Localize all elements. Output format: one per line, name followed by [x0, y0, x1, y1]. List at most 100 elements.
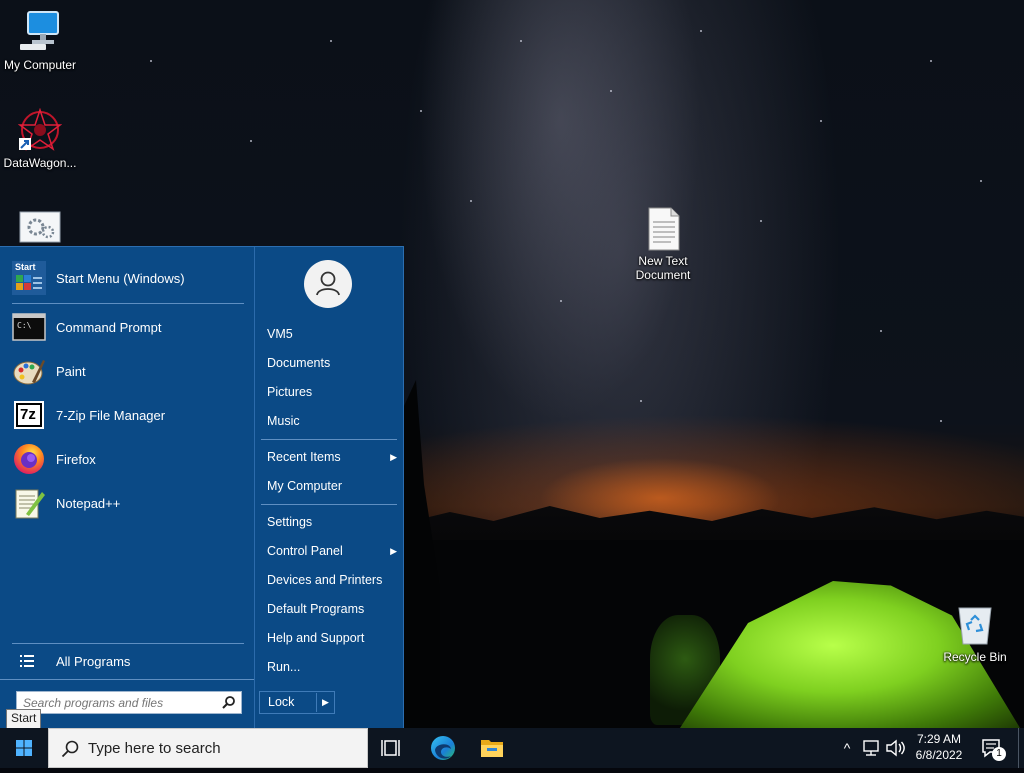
list-icon — [16, 653, 40, 669]
network-icon[interactable] — [861, 738, 881, 758]
place-label: Pictures — [267, 385, 313, 399]
start-menu-icon-text: Start — [15, 262, 36, 272]
place-help-and-support[interactable]: Help and Support — [267, 627, 397, 649]
program-label: Command Prompt — [56, 319, 162, 335]
place-pictures[interactable]: Pictures — [267, 381, 397, 403]
submenu-arrow-icon: ▶ — [390, 546, 397, 556]
place-recent-items[interactable]: Recent Items ▶ — [267, 446, 397, 468]
desktop-icon-my-computer[interactable]: My Computer — [0, 10, 80, 72]
program-label: Notepad++ — [56, 495, 121, 511]
command-prompt-icon-text: C:\ — [17, 321, 32, 330]
desktop-icon-datawagon[interactable]: DataWagon... — [0, 107, 80, 170]
place-label: Control Panel — [267, 544, 343, 558]
volume-icon[interactable] — [884, 738, 906, 758]
start-menu-search[interactable] — [16, 691, 242, 714]
notification-count-badge: 1 — [992, 747, 1006, 761]
separator — [261, 504, 397, 505]
start-menu-programs-pane: Start Start Menu (Windows) C:\ Command P… — [0, 247, 254, 729]
place-music[interactable]: Music — [267, 410, 397, 432]
place-settings[interactable]: Settings — [267, 511, 397, 533]
separator — [0, 679, 254, 680]
edge-taskbar-button[interactable] — [426, 728, 460, 768]
show-desktop-button[interactable] — [1018, 728, 1024, 768]
start-tooltip: Start — [6, 709, 42, 729]
task-view-icon — [381, 740, 400, 756]
program-command-prompt[interactable]: C:\ Command Prompt — [12, 307, 244, 347]
place-label: Default Programs — [267, 602, 365, 616]
place-label: Run... — [267, 660, 301, 674]
program-label: 7-Zip File Manager — [56, 407, 166, 423]
program-label: Paint — [56, 363, 86, 379]
edge-icon — [431, 736, 455, 760]
seven-zip-icon: 7z — [12, 398, 46, 432]
all-programs-label: All Programs — [56, 653, 131, 669]
place-devices-and-printers[interactable]: Devices and Printers — [267, 569, 397, 591]
place-label: Devices and Printers — [267, 573, 383, 587]
lock-label: Lock — [268, 695, 295, 709]
datawagon-icon — [17, 107, 63, 152]
place-my-computer[interactable]: My Computer — [267, 475, 397, 497]
place-label: VM5 — [267, 327, 293, 341]
place-label: Settings — [267, 515, 313, 529]
place-run[interactable]: Run... — [267, 656, 397, 678]
desktop-icon-label: Recycle Bin — [943, 650, 1007, 664]
search-icon[interactable] — [222, 695, 236, 714]
program-label: Start Menu (Windows) — [56, 270, 185, 286]
desktop-icon-label: New Text Document — [635, 254, 691, 282]
start-menu-search-input[interactable] — [17, 692, 213, 713]
user-icon — [316, 271, 340, 296]
clock-time: 7:29 AM — [916, 732, 962, 746]
taskbar: Type here to search ^ 7:29 AM 6/8/2022 1 — [0, 728, 1024, 768]
folder-icon — [481, 740, 503, 757]
start-menu: Start Start Menu (Windows) C:\ Command P… — [0, 246, 404, 729]
desktop-icon-recycle-bin[interactable]: Recycle Bin — [935, 602, 1015, 664]
program-firefox[interactable]: Firefox — [12, 439, 244, 479]
place-label: Recent Items — [267, 450, 341, 464]
paint-icon — [12, 354, 46, 388]
seven-zip-icon-text: 7z — [20, 406, 36, 423]
all-programs-button[interactable]: All Programs — [16, 641, 248, 681]
user-avatar[interactable] — [304, 260, 352, 308]
windows-logo-icon — [16, 740, 32, 756]
place-control-panel[interactable]: Control Panel ▶ — [267, 540, 397, 562]
recycle-bin-icon — [953, 602, 997, 646]
place-label: Documents — [267, 356, 331, 370]
place-label: My Computer — [267, 479, 343, 493]
place-user-folder[interactable]: VM5 — [267, 323, 397, 345]
text-document-icon — [641, 206, 685, 251]
start-menu-places-pane: VM5 Documents Pictures Music Recent Item… — [254, 247, 404, 729]
submenu-arrow-icon: ▶ — [390, 452, 397, 462]
search-icon — [61, 740, 79, 758]
desktop-icon-label: My Computer — [3, 58, 77, 72]
firefox-icon — [12, 442, 46, 476]
program-7zip[interactable]: 7z 7-Zip File Manager — [12, 395, 244, 435]
program-start-menu-windows[interactable]: Start Start Menu (Windows) — [12, 258, 244, 298]
lock-button[interactable]: Lock ▶ — [259, 691, 335, 714]
start-menu-icon: Start — [12, 261, 46, 295]
program-notepad-plus-plus[interactable]: Notepad++ — [12, 483, 244, 523]
computer-icon — [18, 10, 62, 54]
system-clock[interactable]: 7:29 AM 6/8/2022 — [910, 731, 968, 765]
separator — [261, 439, 397, 440]
desktop-icon-label: DataWagon... — [3, 156, 77, 170]
place-default-programs[interactable]: Default Programs — [267, 598, 397, 620]
program-paint[interactable]: Paint — [12, 351, 244, 391]
notepad-plus-plus-icon — [12, 486, 46, 520]
clock-date: 6/8/2022 — [915, 748, 963, 762]
start-button[interactable] — [0, 728, 48, 768]
command-prompt-icon: C:\ — [12, 310, 46, 344]
place-label: Help and Support — [267, 631, 365, 645]
place-documents[interactable]: Documents — [267, 352, 397, 374]
task-view-button[interactable] — [376, 728, 408, 768]
place-label: Music — [267, 414, 300, 428]
action-center-button[interactable]: 1 — [980, 736, 1006, 762]
separator — [12, 303, 244, 304]
program-label: Firefox — [56, 451, 96, 467]
taskbar-search-placeholder: Type here to search — [88, 740, 221, 757]
tray-overflow-chevron-icon[interactable]: ^ — [838, 736, 856, 760]
file-explorer-taskbar-button[interactable] — [476, 728, 508, 768]
desktop-icon-new-text-document[interactable]: New Text Document — [623, 206, 703, 282]
taskbar-search-box[interactable]: Type here to search — [48, 728, 368, 768]
lock-options-arrow-icon[interactable]: ▶ — [322, 692, 329, 713]
lock-divider — [316, 693, 317, 712]
